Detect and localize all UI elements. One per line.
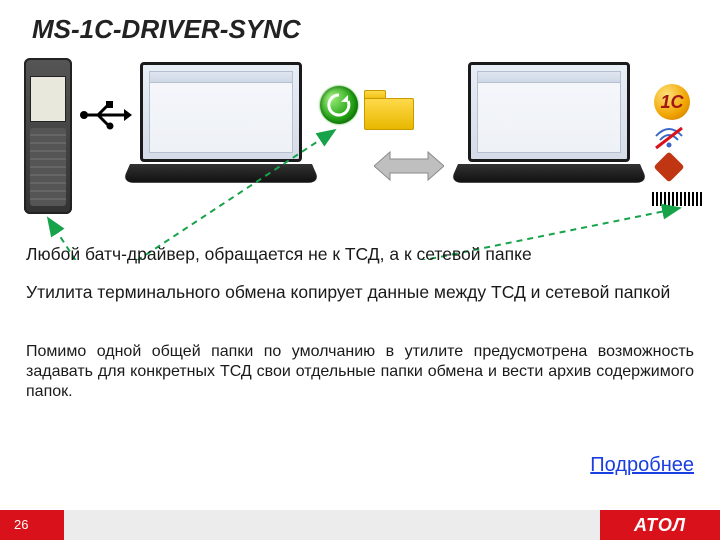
wifi-off-icon xyxy=(654,126,684,150)
paragraph-3: Помимо одной общей папки по умолчанию в … xyxy=(26,342,694,402)
page-number: 26 xyxy=(14,517,28,532)
laptop-utility-icon xyxy=(130,62,312,194)
logo-stack: 1С xyxy=(654,84,712,186)
handheld-terminal-icon xyxy=(24,58,72,214)
paragraph-1: Любой батч-драйвер, обращается не к ТСД,… xyxy=(26,244,694,266)
slide: MS-1C-DRIVER-SYNC xyxy=(0,0,720,540)
sync-icon xyxy=(320,86,358,124)
bidirectional-arrow-icon xyxy=(374,148,444,184)
usb-icon xyxy=(78,98,132,132)
brand-logo: АТОЛ xyxy=(600,510,720,540)
barcode-icon xyxy=(652,192,704,206)
diagram-strip: 1С xyxy=(20,56,700,216)
more-link[interactable]: Подробнее xyxy=(590,454,694,477)
paragraph-2: Утилита терминального обмена копирует да… xyxy=(26,282,694,304)
laptop-1c-icon xyxy=(458,62,640,194)
logo-atol-icon xyxy=(654,156,692,186)
folder-icon xyxy=(364,90,414,130)
logo-1c-icon: 1С xyxy=(654,84,690,120)
footer: 26 АТОЛ xyxy=(0,510,720,540)
page-title: MS-1C-DRIVER-SYNC xyxy=(32,14,301,45)
